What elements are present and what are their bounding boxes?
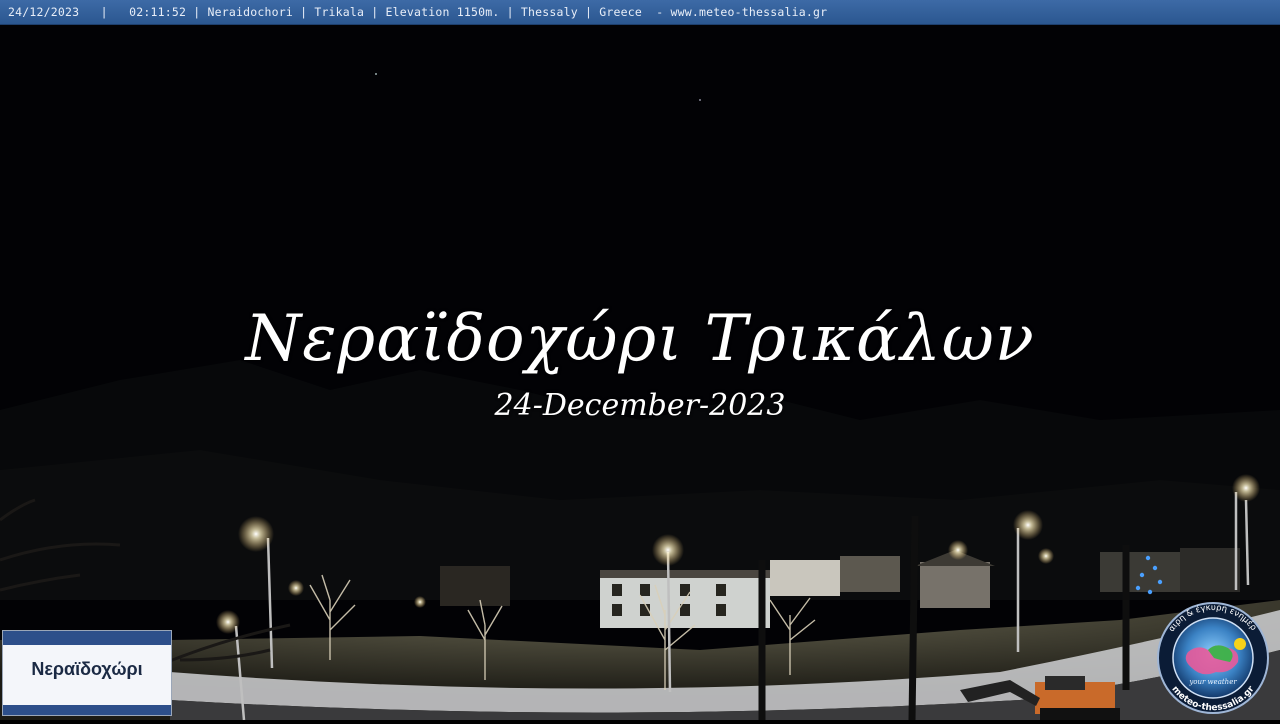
info-bar: 24/12/2023 | 02:11:52 | Neraidochori | T…: [0, 0, 1280, 25]
info-bar-text: 24/12/2023 | 02:11:52 | Neraidochori | T…: [8, 5, 828, 19]
village-sign: Νεραϊδοχώρι: [2, 630, 172, 716]
meteo-thessalia-logo: Έγκαιρη & έγκυρη ενημέρωση your weather …: [1150, 600, 1269, 714]
webcam-scene: 24/12/2023 | 02:11:52 | Neraidochori | T…: [0, 0, 1280, 721]
logo-center-text: your weather: [1188, 678, 1237, 686]
sign-top-stripe: [3, 631, 171, 645]
sign-label: Νεραϊδοχώρι: [31, 659, 143, 679]
date-caption: 24-December-2023: [494, 388, 786, 423]
sign-bottom-stripe: [3, 705, 171, 715]
location-title: Νεραϊδοχώρι Τρικάλων: [245, 302, 1035, 376]
